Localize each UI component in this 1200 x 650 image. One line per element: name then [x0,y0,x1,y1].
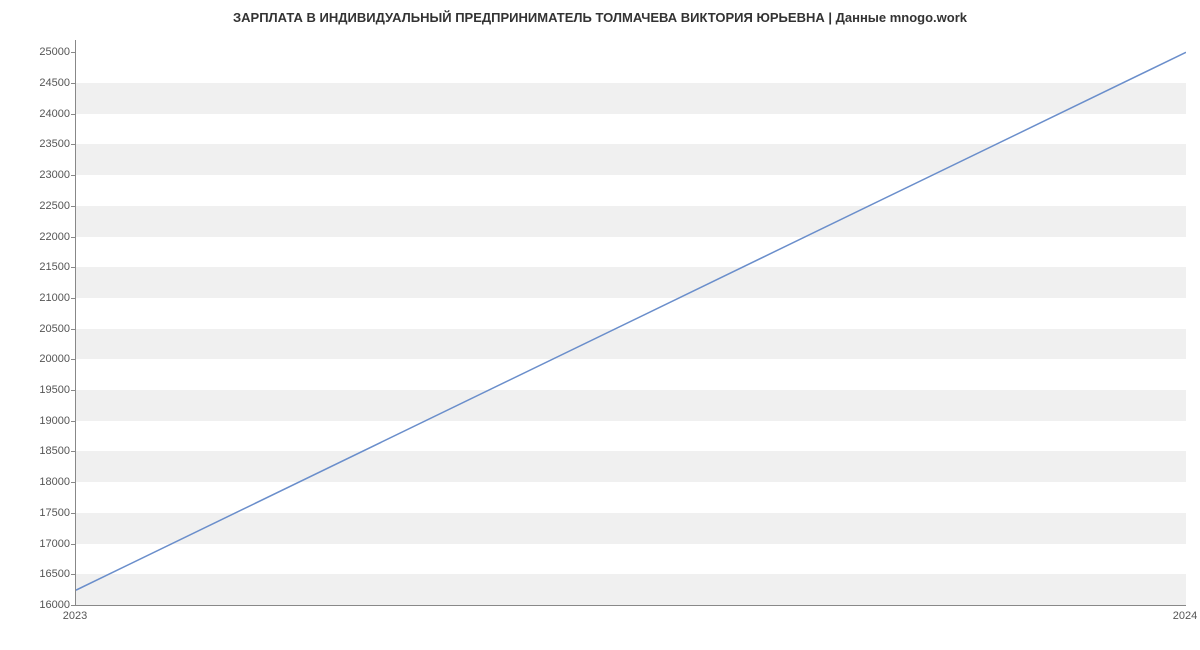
y-tick-label: 16000 [10,599,70,611]
y-tick-label: 21500 [10,261,70,273]
y-tick-label: 24500 [10,77,70,89]
y-tick-mark [71,451,75,452]
y-tick-label: 20000 [10,353,70,365]
y-tick-label: 23000 [10,169,70,181]
y-tick-mark [71,206,75,207]
y-tick-label: 18500 [10,445,70,457]
y-tick-label: 24000 [10,108,70,120]
y-tick-label: 19500 [10,384,70,396]
y-tick-label: 18000 [10,476,70,488]
y-tick-label: 17500 [10,507,70,519]
y-tick-mark [71,390,75,391]
y-tick-mark [71,83,75,84]
y-tick-mark [71,298,75,299]
y-tick-label: 25000 [10,46,70,58]
y-tick-mark [71,359,75,360]
y-tick-label: 20500 [10,323,70,335]
chart-title: ЗАРПЛАТА В ИНДИВИДУАЛЬНЫЙ ПРЕДПРИНИМАТЕЛ… [0,10,1200,25]
y-tick-mark [71,605,75,606]
y-tick-mark [71,421,75,422]
y-tick-mark [71,513,75,514]
y-tick-mark [71,574,75,575]
y-tick-label: 21000 [10,292,70,304]
y-tick-mark [71,114,75,115]
x-tick-label: 2024 [1173,610,1197,622]
chart-container: ЗАРПЛАТА В ИНДИВИДУАЛЬНЫЙ ПРЕДПРИНИМАТЕЛ… [0,0,1200,650]
y-tick-label: 16500 [10,568,70,580]
plot-area [75,40,1186,606]
y-tick-mark [71,329,75,330]
y-tick-label: 22500 [10,200,70,212]
y-tick-mark [71,144,75,145]
line-layer [76,40,1186,605]
y-tick-label: 17000 [10,538,70,550]
y-tick-mark [71,544,75,545]
x-tick-label: 2023 [63,610,87,622]
y-tick-mark [71,482,75,483]
y-tick-label: 19000 [10,415,70,427]
y-tick-mark [71,267,75,268]
y-tick-mark [71,237,75,238]
y-tick-mark [71,52,75,53]
series-line [76,52,1186,590]
y-tick-mark [71,175,75,176]
y-tick-label: 23500 [10,138,70,150]
y-tick-label: 22000 [10,231,70,243]
